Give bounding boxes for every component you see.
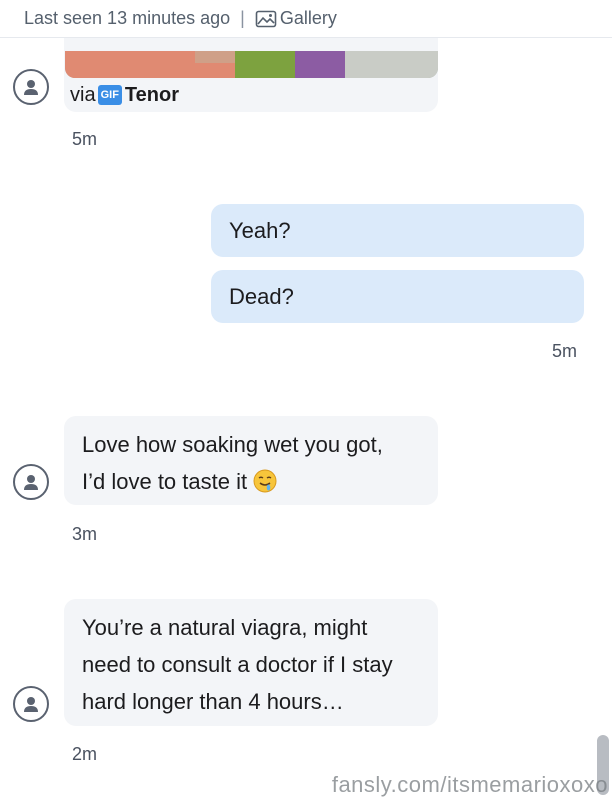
message-line: Love how soaking wet you got, <box>82 432 383 457</box>
incoming-message[interactable]: You’re a natural viagra, might need to c… <box>64 599 438 726</box>
message-line: need to consult a doctor if I stay <box>82 652 393 677</box>
user-icon <box>24 697 38 712</box>
sender-avatar[interactable] <box>13 686 49 722</box>
gif-badge: GIF <box>97 85 122 105</box>
gallery-label: Gallery <box>279 8 337 28</box>
message-timestamp: 2m <box>72 744 98 764</box>
message-line: I’d love to taste it <box>82 469 248 494</box>
gif-attribution[interactable]: via GIF Tenor <box>70 82 179 108</box>
gallery-link[interactable]: Gallery <box>255 8 337 29</box>
header-separator: | <box>240 8 245 28</box>
user-icon <box>24 475 38 490</box>
last-seen-status: Last seen 13 minutes ago <box>24 8 231 28</box>
sender-avatar[interactable] <box>13 464 49 500</box>
outgoing-message[interactable]: Yeah? <box>211 204 584 257</box>
tenor-label: Tenor <box>124 83 179 106</box>
message-timestamp: 5m <box>72 129 98 149</box>
chat-screen: Last seen 13 minutes ago | Gallery via G… <box>0 0 612 800</box>
message-timestamp: 5m <box>552 341 578 361</box>
message-line: hard longer than 4 hours… <box>82 689 344 714</box>
incoming-message[interactable]: Love how soaking wet you got, I’d love t… <box>64 416 438 505</box>
chat-header: Last seen 13 minutes ago | Gallery <box>0 0 612 38</box>
watermark: fansly.com/itsmemarioxoxo <box>331 772 608 797</box>
message-line: You’re a natural viagra, might <box>82 615 368 640</box>
sender-avatar[interactable] <box>13 69 49 105</box>
user-icon <box>24 80 38 95</box>
message-timestamp: 3m <box>72 524 98 544</box>
drooling-face-icon <box>253 469 277 493</box>
gallery-icon <box>255 10 277 27</box>
outgoing-message[interactable]: Dead? <box>211 270 584 323</box>
gif-image[interactable] <box>65 51 438 78</box>
message-line-with-emoji: I’d love to taste it <box>82 463 420 500</box>
via-label: via <box>70 83 96 106</box>
